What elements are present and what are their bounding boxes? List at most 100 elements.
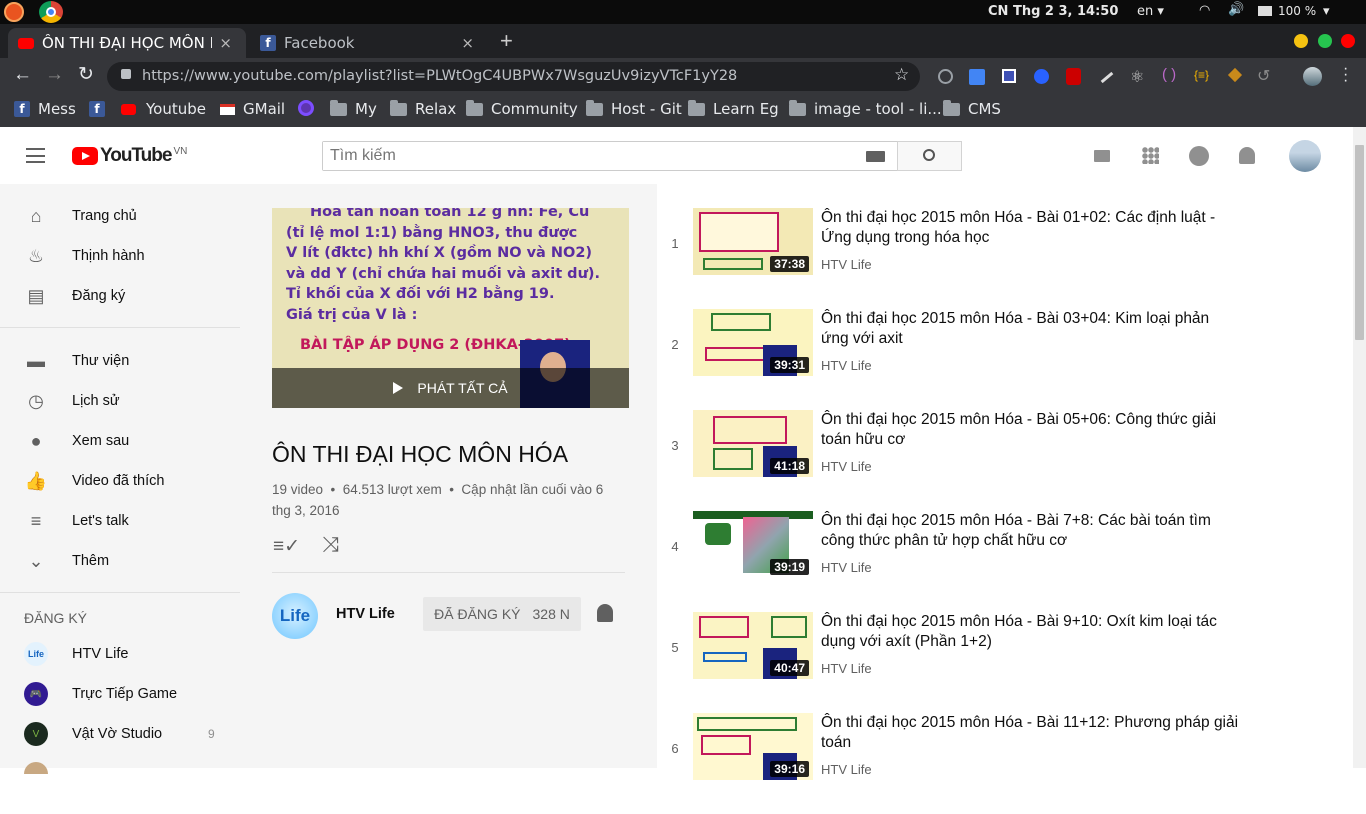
bookmark-mess[interactable]: f Mess — [14, 100, 76, 118]
tab-playlist[interactable]: ÔN THI ĐẠI HỌC MÔN HÓA × — [8, 28, 246, 58]
volume-icon[interactable]: 🔊 — [1228, 2, 1244, 17]
youtube-logo[interactable]: YouTube VN — [72, 145, 187, 167]
maximize-button[interactable] — [1318, 34, 1332, 48]
sidebar-channel-htv-life[interactable]: Life HTV Life — [0, 634, 240, 674]
ublock-icon[interactable] — [1066, 68, 1081, 85]
clock[interactable]: CN Thg 2 3, 14:50 — [988, 4, 1118, 19]
sidebar-channel-truc-tiep-game[interactable]: 🎮 Trực Tiếp Game — [0, 674, 240, 714]
bookmark-folder-cms[interactable]: CMS — [943, 99, 1001, 118]
tab-facebook[interactable]: f Facebook × — [250, 28, 488, 58]
bookmark-star-icon[interactable]: ☆ — [894, 65, 909, 85]
forward-icon[interactable]: → — [45, 64, 64, 86]
video-channel[interactable]: HTV Life — [821, 762, 872, 777]
video-title[interactable]: Ôn thi đại học 2015 môn Hóa - Bài 11+12:… — [821, 713, 1241, 753]
list-item[interactable]: 6 39:16 Ôn thi đại học 2015 môn Hóa - Bà… — [657, 713, 1257, 814]
notifications-bell-icon[interactable] — [1239, 147, 1255, 164]
bookmark-folder-my[interactable]: My — [330, 99, 377, 118]
list-item[interactable]: 2 39:31 Ôn thi đại học 2015 môn Hóa - Bà… — [657, 309, 1257, 410]
close-tab-icon[interactable]: × — [461, 34, 474, 52]
system-menu-icon[interactable]: ▾ — [1323, 4, 1330, 19]
back-icon[interactable]: ← — [13, 64, 32, 86]
scrollbar-thumb[interactable] — [1355, 145, 1364, 340]
video-thumbnail[interactable]: 39:19 — [693, 511, 813, 578]
close-tab-icon[interactable]: × — [219, 34, 232, 52]
extension-icon[interactable]: ( ) — [1162, 66, 1176, 83]
extension-icon[interactable] — [1002, 69, 1016, 83]
bookmark-extension[interactable] — [298, 100, 314, 116]
extension-icon[interactable] — [938, 69, 953, 84]
shuffle-icon[interactable]: ⤨ — [322, 533, 339, 557]
new-tab-button[interactable]: + — [500, 28, 513, 54]
channel-avatar[interactable]: Life — [272, 593, 318, 639]
video-thumbnail[interactable]: 40:47 — [693, 612, 813, 679]
video-title[interactable]: Ôn thi đại học 2015 môn Hóa - Bài 01+02:… — [821, 208, 1241, 248]
list-item[interactable]: 3 41:18 Ôn thi đại học 2015 môn Hóa - Bà… — [657, 410, 1257, 511]
video-title[interactable]: Ôn thi đại học 2015 môn Hóa - Bài 9+10: … — [821, 612, 1241, 652]
history-extension-icon[interactable]: ↺ — [1257, 66, 1270, 86]
sidebar-item-liked-videos[interactable]: 👍 Video đã thích — [0, 461, 240, 501]
url-text[interactable]: https://www.youtube.com/playlist?list=PL… — [142, 68, 737, 84]
video-title[interactable]: Ôn thi đại học 2015 môn Hóa - Bài 05+06:… — [821, 410, 1241, 450]
video-thumbnail[interactable]: 39:31 — [693, 309, 813, 376]
battery-icon[interactable] — [1258, 6, 1272, 16]
address-bar[interactable]: https://www.youtube.com/playlist?list=PL… — [107, 62, 920, 91]
chrome-menu-icon[interactable]: · · · — [1343, 61, 1348, 89]
video-channel[interactable]: HTV Life — [821, 459, 872, 474]
video-thumbnail[interactable]: 37:38 — [693, 208, 813, 275]
wifi-icon[interactable]: ◠ — [1199, 3, 1210, 18]
video-thumbnail[interactable]: 39:16 — [693, 713, 813, 780]
list-item[interactable]: 5 40:47 Ôn thi đại học 2015 môn Hóa - Bà… — [657, 612, 1257, 713]
language-indicator[interactable]: en ▾ — [1137, 4, 1164, 19]
keyboard-icon[interactable] — [866, 151, 885, 162]
ubuntu-activities-icon[interactable] — [4, 2, 24, 22]
sidebar-item-watch-later[interactable]: ● Xem sau — [0, 421, 240, 461]
video-title[interactable]: Ôn thi đại học 2015 môn Hóa - Bài 03+04:… — [821, 309, 1241, 349]
channel-name[interactable]: HTV Life — [336, 606, 395, 622]
translate-icon[interactable] — [969, 69, 985, 85]
profile-avatar[interactable] — [1303, 67, 1322, 86]
video-channel[interactable]: HTV Life — [821, 560, 872, 575]
close-window-button[interactable] — [1341, 34, 1355, 48]
channel-avatar[interactable] — [24, 762, 48, 774]
play-all-overlay[interactable]: PHÁT TẤT CẢ — [272, 368, 629, 408]
sidebar-item-trending[interactable]: ♨ Thịnh hành — [0, 236, 240, 276]
bookmark-folder-host-git[interactable]: Host - Git — [586, 99, 682, 118]
search-button[interactable] — [897, 141, 962, 171]
list-item[interactable]: 4 39:19 Ôn thi đại học 2015 môn Hóa - Bà… — [657, 511, 1257, 612]
sidebar-item-subscriptions[interactable]: ▤ Đăng ký — [0, 276, 240, 316]
playlist-thumbnail[interactable]: Hòa tan hoàn toàn 12 g hh: Fe, Cu (tỉ lệ… — [272, 208, 629, 408]
video-channel[interactable]: HTV Life — [821, 358, 872, 373]
chrome-icon[interactable] — [39, 1, 63, 23]
react-devtools-icon[interactable]: ⚛ — [1130, 67, 1144, 87]
subscribed-button[interactable]: ĐÃ ĐĂNG KÝ 328 N — [423, 597, 581, 631]
extension-icon[interactable] — [1227, 67, 1243, 83]
reload-icon[interactable]: ↻ — [78, 63, 94, 86]
extension-icon[interactable] — [1034, 69, 1049, 84]
search-input[interactable] — [323, 142, 863, 170]
minimize-button[interactable] — [1294, 34, 1308, 48]
list-item[interactable]: 1 37:38 Ôn thi đại học 2015 môn Hóa - Bà… — [657, 208, 1257, 309]
sidebar-item-library[interactable]: ▬ Thư viện — [0, 341, 240, 381]
extension-icon[interactable]: {≡} — [1194, 68, 1209, 82]
sidebar-channel-vat-vo-studio[interactable]: V Vật Vờ Studio 9 — [0, 714, 240, 754]
bookmark-gmail[interactable]: GMail — [220, 100, 285, 118]
extension-icon[interactable] — [1100, 71, 1114, 84]
messages-icon[interactable] — [1189, 146, 1209, 166]
page-scrollbar[interactable] — [1353, 127, 1366, 768]
sidebar-item-lets-talk[interactable]: ≡ Let's talk — [0, 501, 240, 541]
bookmark-folder-learn-eg[interactable]: Learn Eg — [688, 99, 779, 118]
bookmark-youtube[interactable]: f Youtube — [89, 100, 206, 118]
video-channel[interactable]: HTV Life — [821, 661, 872, 676]
apps-grid-icon[interactable] — [1142, 147, 1159, 164]
bookmark-folder-relax[interactable]: Relax — [390, 99, 456, 118]
bookmark-folder-image-tool[interactable]: image - tool - li... — [789, 99, 942, 118]
bookmark-folder-community[interactable]: Community — [466, 99, 578, 118]
sidebar-item-more[interactable]: ⌄ Thêm — [0, 541, 240, 581]
video-channel[interactable]: HTV Life — [821, 257, 872, 272]
notification-bell-icon[interactable] — [597, 604, 613, 622]
video-thumbnail[interactable]: 41:18 — [693, 410, 813, 477]
sidebar-item-home[interactable]: ⌂ Trang chủ — [0, 196, 240, 236]
create-video-icon[interactable] — [1094, 150, 1110, 162]
video-title[interactable]: Ôn thi đại học 2015 môn Hóa - Bài 7+8: C… — [821, 511, 1241, 551]
sidebar-item-history[interactable]: ◷ Lịch sử — [0, 381, 240, 421]
